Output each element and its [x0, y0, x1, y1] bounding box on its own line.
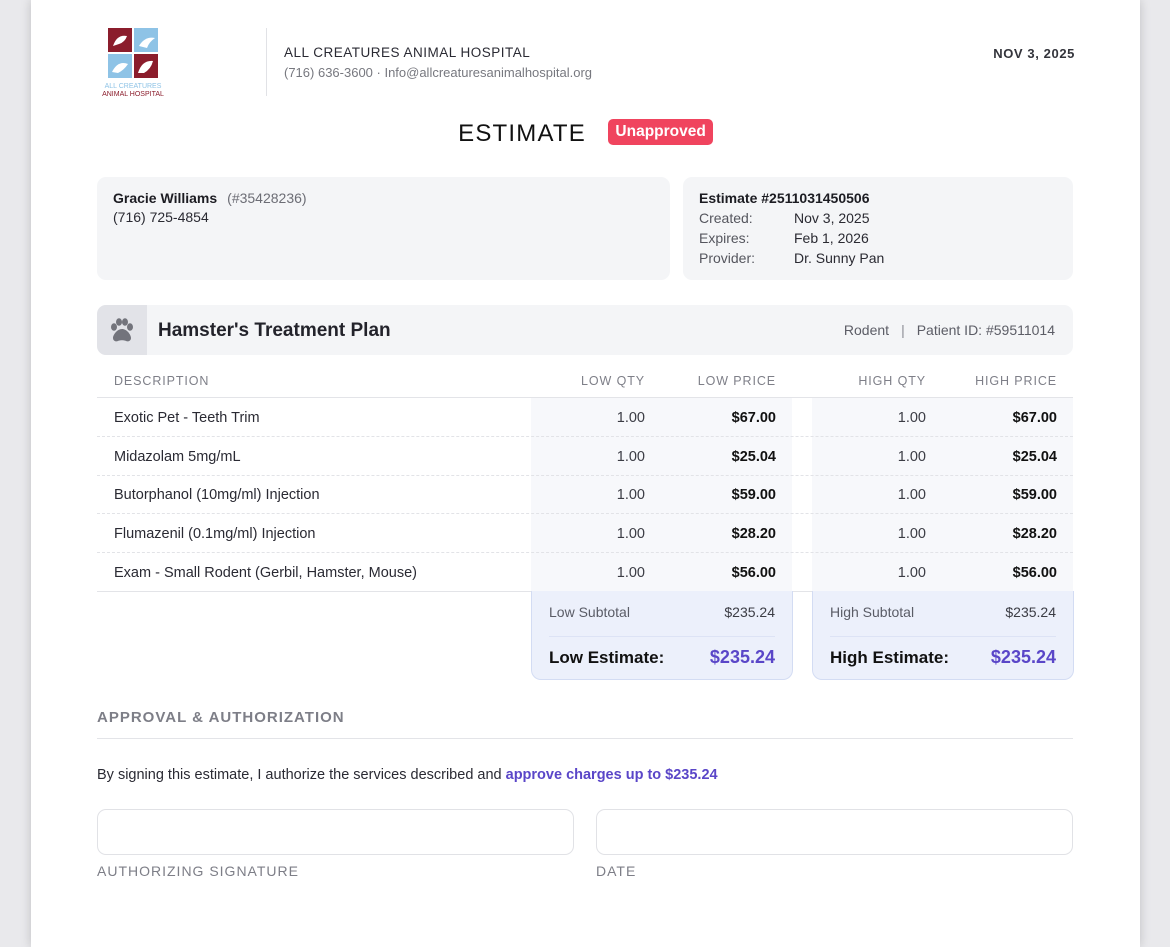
- row-low-qty: 1.00: [616, 487, 645, 503]
- row-low-qty: 1.00: [616, 410, 645, 426]
- hospital-contact: (716) 636-3600 · Info@allcreaturesanimal…: [284, 65, 593, 80]
- provider-label: Provider:: [699, 250, 756, 266]
- patient-species: Rodent: [843, 322, 890, 338]
- created-label: Created:: [699, 210, 753, 226]
- client-phone: (716) 725-4854: [113, 209, 209, 225]
- provider-row: Provider: Dr. Sunny Pan: [699, 250, 1057, 266]
- high-totals-box: High Subtotal $235.24 High Estimate: $23…: [812, 591, 1074, 680]
- low-totals-box: Low Subtotal $235.24 Low Estimate: $235.…: [531, 591, 793, 680]
- row-description: Exotic Pet - Teeth Trim: [114, 410, 260, 426]
- row-description: Midazolam 5mg/mL: [114, 449, 241, 465]
- treatment-plan-title: Hamster's Treatment Plan: [158, 320, 391, 341]
- col-high-qty: HIGH QTY: [858, 374, 926, 388]
- row-description: Flumazenil (0.1mg/ml) Injection: [114, 526, 316, 542]
- table-row: Butorphanol (10mg/ml) Injection 1.00 $59…: [97, 475, 1073, 514]
- authorization-text-plain: By signing this estimate, I authorize th…: [97, 767, 506, 783]
- paw-icon: [97, 305, 147, 355]
- table-row: Flumazenil (0.1mg/ml) Injection 1.00 $28…: [97, 514, 1073, 553]
- expires-label: Expires:: [699, 230, 750, 246]
- table-row: Exam - Small Rodent (Gerbil, Hamster, Mo…: [97, 553, 1073, 592]
- high-estimate-label: High Estimate:: [830, 648, 950, 667]
- client-card: Gracie Williams (#35428236) (716) 725-485…: [97, 177, 670, 280]
- row-low-price: $59.00: [731, 487, 776, 503]
- client-name: Gracie Williams: [113, 190, 218, 206]
- estimate-date: NOV 3, 2025: [993, 46, 1075, 61]
- row-high-qty: 1.00: [897, 526, 926, 542]
- hospital-logo: ALL CREATURES ANIMAL HOSPITAL: [97, 26, 171, 98]
- low-subtotal-value: $235.24: [724, 604, 775, 620]
- high-subtotal-value: $235.24: [1005, 604, 1056, 620]
- low-subtotal-label: Low Subtotal: [549, 604, 630, 620]
- row-low-qty: 1.00: [616, 565, 645, 581]
- signature-label: AUTHORIZING SIGNATURE: [97, 863, 299, 879]
- hospital-name: ALL CREATURES ANIMAL HOSPITAL: [284, 45, 531, 60]
- low-estimate-label: Low Estimate:: [549, 648, 665, 667]
- date-label: DATE: [596, 863, 637, 879]
- row-high-price: $59.00: [1012, 487, 1057, 503]
- estimate-info-card: Estimate #2511031450506 Created: Nov 3, 2…: [683, 177, 1073, 280]
- estimate-document: ALL CREATURES ANIMAL HOSPITAL ALL CREATU…: [31, 0, 1140, 947]
- low-estimate-value: $235.24: [709, 647, 775, 667]
- row-low-price: $67.00: [731, 410, 776, 426]
- row-high-price: $56.00: [1012, 565, 1057, 581]
- table-row: Midazolam 5mg/mL 1.00 $25.04 1.00 $25.04: [97, 437, 1073, 476]
- treatment-plan-header: Hamster's Treatment Plan Rodent | Patient …: [97, 305, 1073, 355]
- patient-meta: Rodent | Patient ID: #59511014: [844, 322, 1055, 338]
- header-divider: [266, 28, 267, 96]
- col-high-price: HIGH PRICE: [975, 374, 1057, 388]
- row-low-qty: 1.00: [616, 449, 645, 465]
- date-field[interactable]: [596, 809, 1073, 855]
- row-high-price: $25.04: [1012, 449, 1057, 465]
- status-badge: Unapproved: [608, 119, 713, 145]
- row-low-qty: 1.00: [616, 526, 645, 542]
- row-description: Butorphanol (10mg/ml) Injection: [114, 487, 320, 503]
- signature-field[interactable]: [97, 809, 574, 855]
- col-low-qty: LOW QTY: [581, 374, 645, 388]
- created-value: Nov 3, 2025: [794, 210, 870, 226]
- authorization-text: By signing this estimate, I authorize th…: [97, 767, 718, 783]
- logo-text-top: ALL CREATURES: [105, 83, 162, 90]
- title-row: ESTIMATE Unapproved: [31, 119, 1140, 148]
- expires-value: Feb 1, 2026: [794, 230, 869, 246]
- row-low-price: $25.04: [731, 449, 776, 465]
- high-subtotal-label: High Subtotal: [830, 604, 915, 620]
- totals-divider: [549, 636, 775, 637]
- row-high-qty: 1.00: [897, 565, 926, 581]
- row-description: Exam - Small Rodent (Gerbil, Hamster, Mo…: [114, 565, 417, 581]
- row-high-qty: 1.00: [897, 487, 926, 503]
- logo-text-bottom: ANIMAL HOSPITAL: [102, 91, 164, 98]
- row-high-price: $67.00: [1012, 410, 1057, 426]
- estimate-number: Estimate #2511031450506: [699, 190, 870, 206]
- table-header: DESCRIPTION LOW QTY LOW PRICE HIGH QTY H…: [97, 372, 1073, 398]
- created-row: Created: Nov 3, 2025: [699, 210, 1057, 226]
- row-high-price: $28.20: [1012, 526, 1057, 542]
- row-low-price: $28.20: [731, 526, 776, 542]
- patient-id: Patient ID: #59511014: [916, 322, 1055, 338]
- row-low-price: $56.00: [731, 565, 776, 581]
- authorization-amount: approve charges up to $235.24: [505, 767, 718, 783]
- row-high-qty: 1.00: [897, 449, 926, 465]
- section-divider: [97, 738, 1073, 739]
- high-estimate-value: $235.24: [990, 647, 1056, 667]
- approval-section-title: APPROVAL & AUTHORIZATION: [97, 709, 345, 726]
- col-description: DESCRIPTION: [114, 374, 210, 388]
- page-title: ESTIMATE: [458, 120, 586, 147]
- col-low-price: LOW PRICE: [697, 374, 776, 388]
- row-high-qty: 1.00: [897, 410, 926, 426]
- provider-value: Dr. Sunny Pan: [794, 250, 885, 266]
- client-id: (#35428236): [227, 190, 307, 206]
- expires-row: Expires: Feb 1, 2026: [699, 230, 1057, 246]
- totals-divider: [830, 636, 1056, 637]
- meta-separator: |: [901, 322, 905, 338]
- table-row: Exotic Pet - Teeth Trim 1.00 $67.00 1.00…: [97, 398, 1073, 437]
